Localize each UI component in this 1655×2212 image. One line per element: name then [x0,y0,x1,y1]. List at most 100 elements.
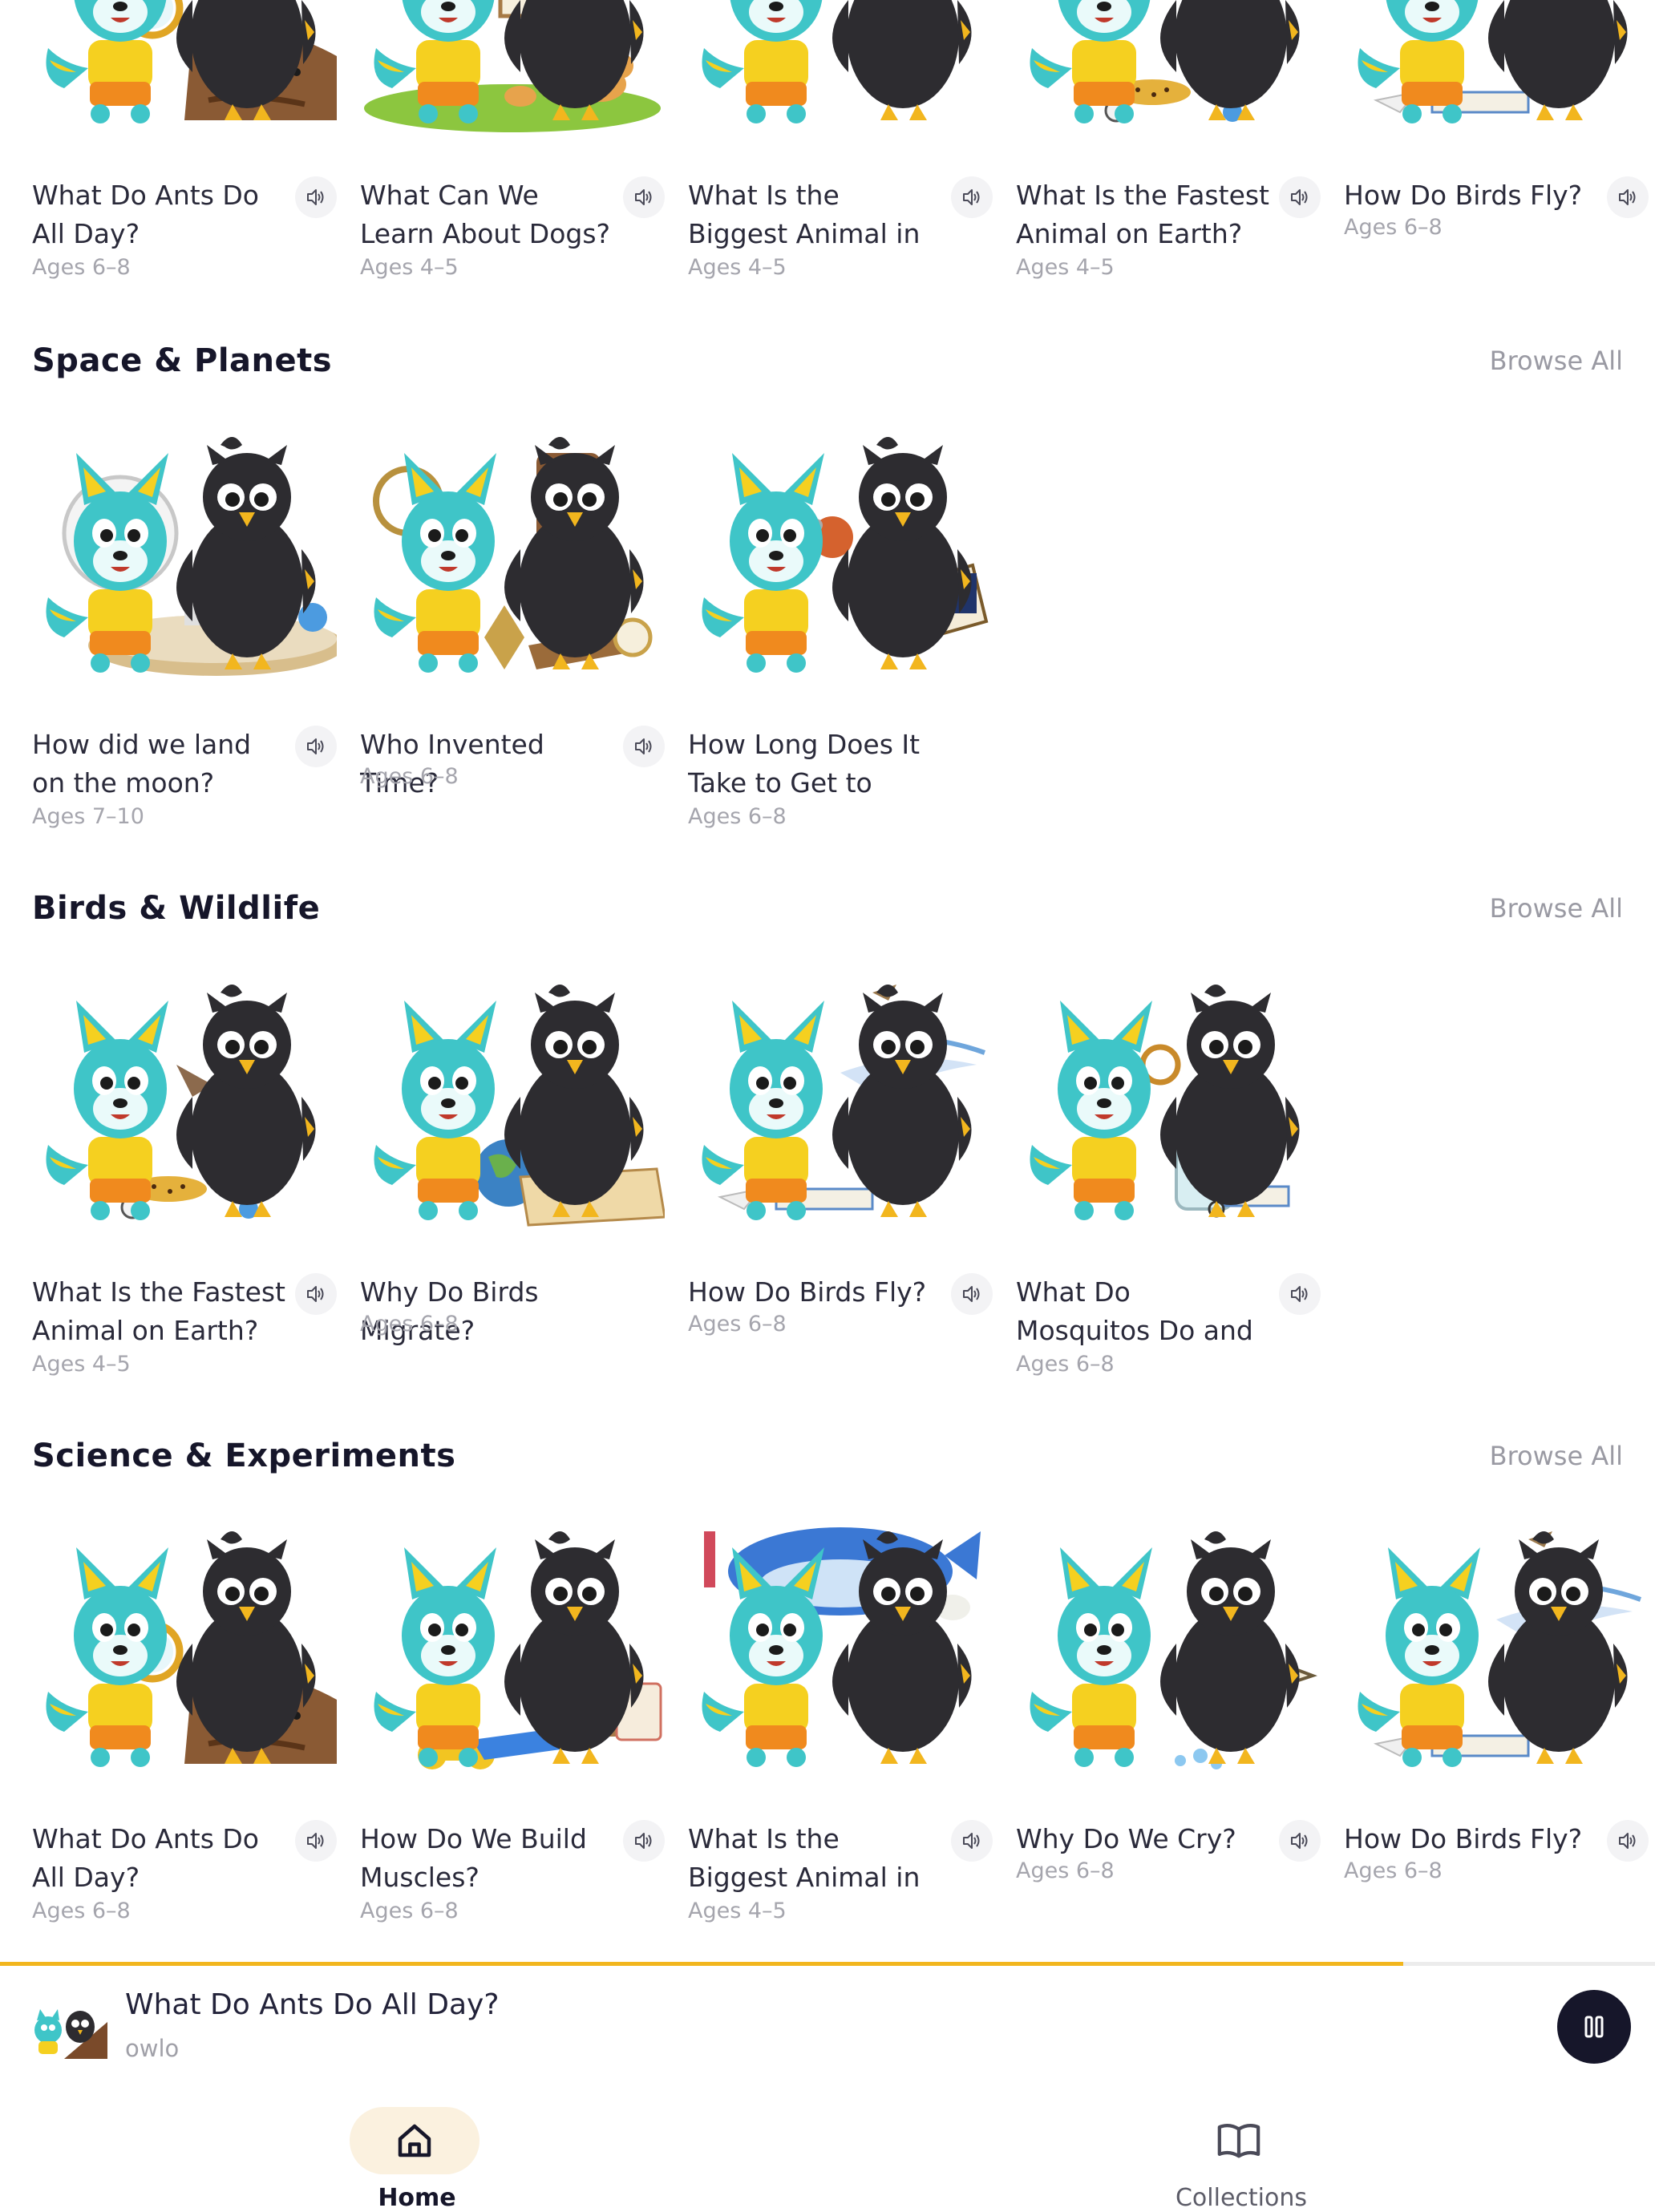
nav-collections-label: Collections [1175,2184,1308,2212]
audio-button[interactable] [1279,1273,1321,1315]
story-age: Ages 6–8 [360,1899,459,1923]
story-title[interactable]: How Do Birds Fly? [1344,176,1600,215]
speaker-icon [635,1833,652,1849]
speaker-icon [963,1833,980,1849]
audio-button[interactable] [951,176,993,218]
audio-button[interactable] [951,1820,993,1862]
story-thumbnail[interactable] [32,0,337,136]
player-thumbnail[interactable] [24,1990,107,2059]
nav-home-indicator [350,2107,480,2174]
story-age: Ages 6–8 [32,255,131,280]
audio-button[interactable] [1607,1820,1649,1862]
speaker-icon [635,189,652,205]
story-title[interactable]: How Long Does It Take to Get to Mars? [688,726,945,803]
pause-icon [1584,2016,1604,2038]
section-header-space: Space & Planets Browse All [32,337,1623,385]
book-icon [1217,2124,1260,2158]
story-title[interactable]: Why Do We Cry? [1016,1820,1273,1858]
story-title[interactable]: How Do Birds Fly? [688,1273,945,1312]
section-header-science: Science & Experiments Browse All [32,1432,1623,1480]
story-title[interactable]: What Is the Fastest Animal on Earth? [1016,176,1273,253]
audio-button[interactable] [623,176,665,218]
browse-all-button[interactable]: Browse All [1490,893,1623,924]
story-thumbnail[interactable] [360,429,665,685]
story-title[interactable]: What Do Mosquitos Do and Why Do Th... [1016,1273,1273,1350]
story-thumbnail[interactable] [1016,1523,1321,1780]
speaker-icon [1619,189,1636,205]
story-age: Ages 6–8 [688,1312,787,1337]
section-title: Science & Experiments [32,1438,456,1474]
story-title[interactable]: What Is the Biggest Animal in the World? [688,176,945,253]
speaker-icon [307,738,324,754]
story-age: Ages 4–5 [32,1352,131,1377]
story-title[interactable]: What Is the Biggest Animal in the World? [688,1820,945,1897]
story-age: Ages 6–8 [688,804,787,829]
nav-home[interactable]: Home [257,2107,577,2212]
browse-all-button[interactable]: Browse All [1490,346,1623,376]
story-thumbnail[interactable] [688,977,993,1233]
story-age: Ages 6–8 [360,1312,459,1337]
story-age: Ages 7–10 [32,804,144,829]
speaker-icon [1291,189,1308,205]
audio-button[interactable] [1279,1820,1321,1862]
story-age: Ages 6–8 [1344,215,1443,240]
speaker-icon [307,1286,324,1302]
speaker-icon [963,189,980,205]
story-age: Ages 4–5 [360,255,459,280]
audio-button[interactable] [295,176,337,218]
story-age: Ages 6–8 [1016,1352,1115,1377]
story-thumbnail[interactable] [32,429,337,685]
story-age: Ages 6–8 [1344,1858,1443,1883]
story-thumbnail[interactable] [32,1523,337,1780]
story-age: Ages 6–8 [32,1899,131,1923]
home-icon [398,2124,431,2157]
audio-button[interactable] [295,726,337,767]
speaker-icon [307,1833,324,1849]
speaker-icon [963,1286,980,1302]
playback-progress-bar[interactable] [0,1962,1655,1966]
story-thumbnail[interactable] [688,0,993,136]
story-title[interactable]: What Is the Fastest Animal on Earth? [32,1273,289,1350]
story-thumbnail[interactable] [1344,0,1649,136]
story-age: Ages 4–5 [1016,255,1115,280]
story-title[interactable]: How Do We Build Muscles? [360,1820,617,1897]
audio-button[interactable] [623,726,665,767]
audio-button[interactable] [295,1273,337,1315]
speaker-icon [1291,1286,1308,1302]
speaker-icon [1291,1833,1308,1849]
section-title: Birds & Wildlife [32,890,321,927]
browse-all-button[interactable]: Browse All [1490,1441,1623,1471]
audio-button[interactable] [951,1273,993,1315]
story-age: Ages 4–5 [688,255,787,280]
audio-button[interactable] [623,1820,665,1862]
story-age: Ages 6–8 [360,764,459,789]
speaker-icon [1619,1833,1636,1849]
section-title: Space & Planets [32,342,333,379]
story-title[interactable]: What Do Ants Do All Day? [32,1820,289,1897]
story-thumbnail[interactable] [360,977,665,1233]
story-age: Ages 4–5 [688,1899,787,1923]
pause-button[interactable] [1557,1990,1631,2064]
story-thumbnail[interactable] [1016,0,1321,136]
story-thumbnail[interactable] [32,977,337,1233]
story-thumbnail[interactable] [1344,1523,1649,1780]
audio-button[interactable] [295,1820,337,1862]
audio-button[interactable] [1607,176,1649,218]
nav-collections[interactable]: Collections [1081,2107,1402,2212]
story-thumbnail[interactable] [360,1523,665,1780]
section-header-birds: Birds & Wildlife Browse All [32,884,1623,932]
story-title[interactable]: What Can We Learn About Dogs? [360,176,617,253]
audio-button[interactable] [1279,176,1321,218]
player-subtitle: owlo [125,2035,180,2062]
story-title[interactable]: How did we land on the moon? [32,726,289,803]
story-thumbnail[interactable] [360,0,665,136]
speaker-icon [307,189,324,205]
story-age: Ages 6–8 [1016,1858,1115,1883]
player-title[interactable]: What Do Ants Do All Day? [125,1988,499,2021]
story-thumbnail[interactable] [1016,977,1321,1233]
speaker-icon [635,738,652,754]
story-thumbnail[interactable] [688,429,993,685]
story-title[interactable]: How Do Birds Fly? [1344,1820,1600,1858]
story-title[interactable]: What Do Ants Do All Day? [32,176,289,253]
story-thumbnail[interactable] [688,1523,993,1780]
